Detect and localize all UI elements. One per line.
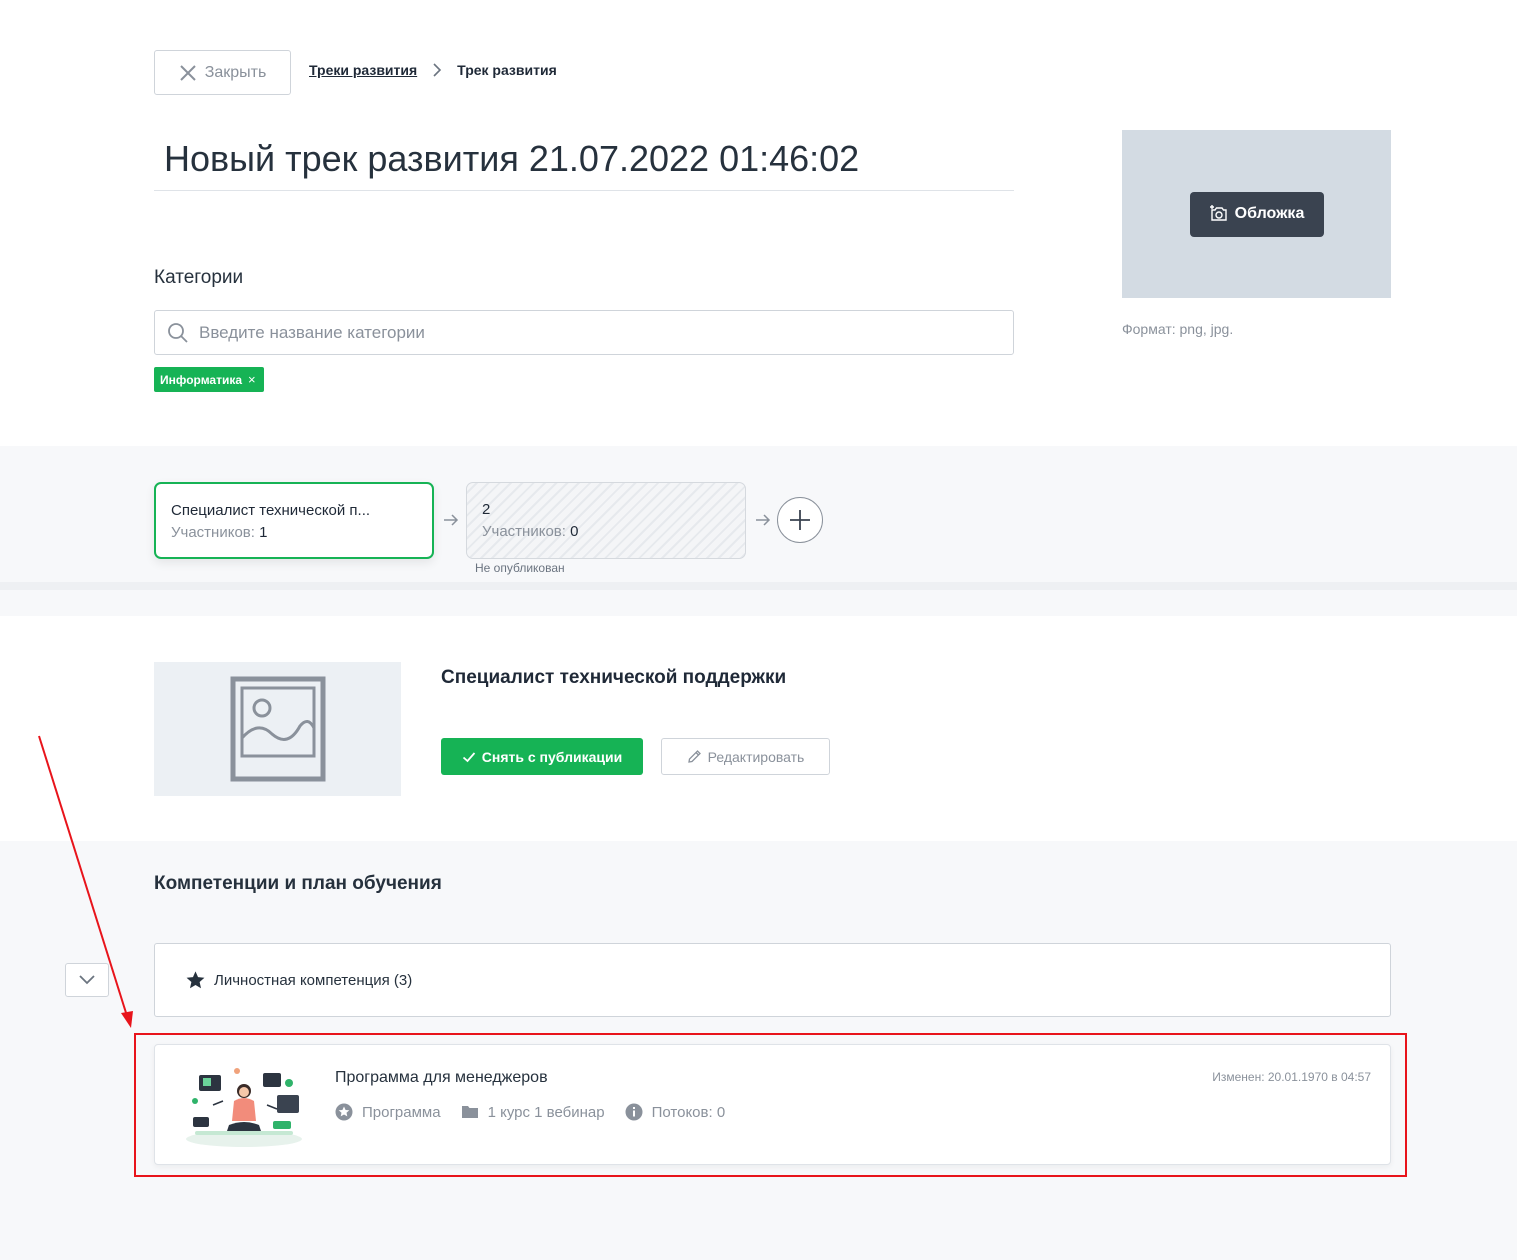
close-button-label: Закрыть <box>204 63 267 81</box>
program-type-label: Программа <box>362 1103 441 1121</box>
category-tag: Информатика × <box>154 367 264 392</box>
program-contents-label: 1 курс 1 вебинар <box>487 1103 605 1121</box>
info-icon <box>625 1103 643 1121</box>
arrow-right-icon <box>756 514 771 526</box>
program-streams: Потоков: 0 <box>625 1103 726 1121</box>
program-illustration <box>186 1068 302 1147</box>
participants-label: Участников: <box>171 524 255 541</box>
category-tag-label: Информатика <box>160 372 243 387</box>
track-step-participants: Участников: 1 <box>171 524 417 541</box>
unpublish-button-label: Снять с публикации <box>481 748 623 765</box>
add-photo-icon <box>1209 205 1227 221</box>
competency-group-label: Личностная компетенция (3) <box>214 971 413 989</box>
chevron-right-icon <box>433 63 442 77</box>
cover-area: Обложка <box>1122 130 1391 298</box>
page-title: Новый трек развития 21.07.2022 01:46:02 <box>164 138 860 179</box>
competency-group[interactable]: Личностная компетенция (3) <box>154 943 1391 1017</box>
image-icon <box>230 676 325 782</box>
program-meta: Программа 1 курс 1 вебинар Потоков: 0 <box>335 1103 745 1121</box>
track-step-2[interactable]: 2 Участников: 0 <box>466 482 746 559</box>
edit-button[interactable]: Редактировать <box>661 738 830 775</box>
category-search-field[interactable] <box>154 310 1014 355</box>
star-badge-icon <box>335 1103 353 1121</box>
category-search-input[interactable] <box>199 322 1013 343</box>
search-icon <box>168 322 188 343</box>
cover-upload-label: Обложка <box>1234 205 1305 222</box>
program-name: Программа для менеджеров <box>335 1069 548 1086</box>
step-status-unpublished: Не опубликован <box>475 561 565 575</box>
program-contents: 1 курс 1 вебинар <box>461 1103 605 1121</box>
pencil-icon <box>687 750 701 763</box>
participants-count: 1 <box>259 524 268 541</box>
close-icon <box>179 64 196 81</box>
program-card[interactable]: Программа для менеджеров Программа 1 кур… <box>154 1044 1391 1165</box>
collapse-toggle-button[interactable] <box>65 963 109 997</box>
add-step-button[interactable] <box>777 497 823 543</box>
program-modified-date: Изменен: 20.01.1970 в 04:57 <box>1212 1070 1371 1084</box>
categories-label: Категории <box>154 267 244 288</box>
close-button[interactable]: Закрыть <box>154 50 291 95</box>
track-step-1[interactable]: Специалист технической п... Участников: … <box>154 482 434 559</box>
competencies-title: Компетенции и план обучения <box>154 873 442 894</box>
track-steps-separator <box>0 582 1517 590</box>
participants-label: Участников: <box>482 523 566 540</box>
track-step-participants: Участников: 0 <box>482 523 730 540</box>
track-step-name: 2 <box>482 501 491 518</box>
remove-tag-icon[interactable]: × <box>248 372 256 387</box>
track-title-field[interactable]: Новый трек развития 21.07.2022 01:46:02 <box>154 130 1014 191</box>
participants-count: 0 <box>570 523 579 540</box>
arrow-right-icon <box>444 514 459 526</box>
breadcrumb: Треки развития Трек развития <box>309 62 557 78</box>
check-icon <box>462 751 475 762</box>
edit-button-label: Редактировать <box>707 748 805 765</box>
unpublish-button[interactable]: Снять с публикации <box>441 738 643 775</box>
breadcrumb-link-tracks[interactable]: Треки развития <box>309 62 417 78</box>
chevron-down-icon <box>79 975 95 985</box>
cover-format-hint: Формат: png, jpg. <box>1122 321 1234 337</box>
cover-upload-button[interactable]: Обложка <box>1189 191 1324 237</box>
track-step-name: Специалист технической п... <box>171 502 371 519</box>
star-icon <box>186 970 205 988</box>
folder-icon <box>461 1106 478 1118</box>
step-image-placeholder <box>154 662 401 796</box>
program-type: Программа <box>335 1103 441 1121</box>
track-steps-band-bottom <box>0 590 1517 616</box>
step-title: Специалист технической поддержки <box>441 667 787 688</box>
breadcrumb-current: Трек развития <box>457 62 557 78</box>
plus-icon <box>790 510 810 530</box>
program-streams-label: Потоков: 0 <box>651 1103 726 1121</box>
